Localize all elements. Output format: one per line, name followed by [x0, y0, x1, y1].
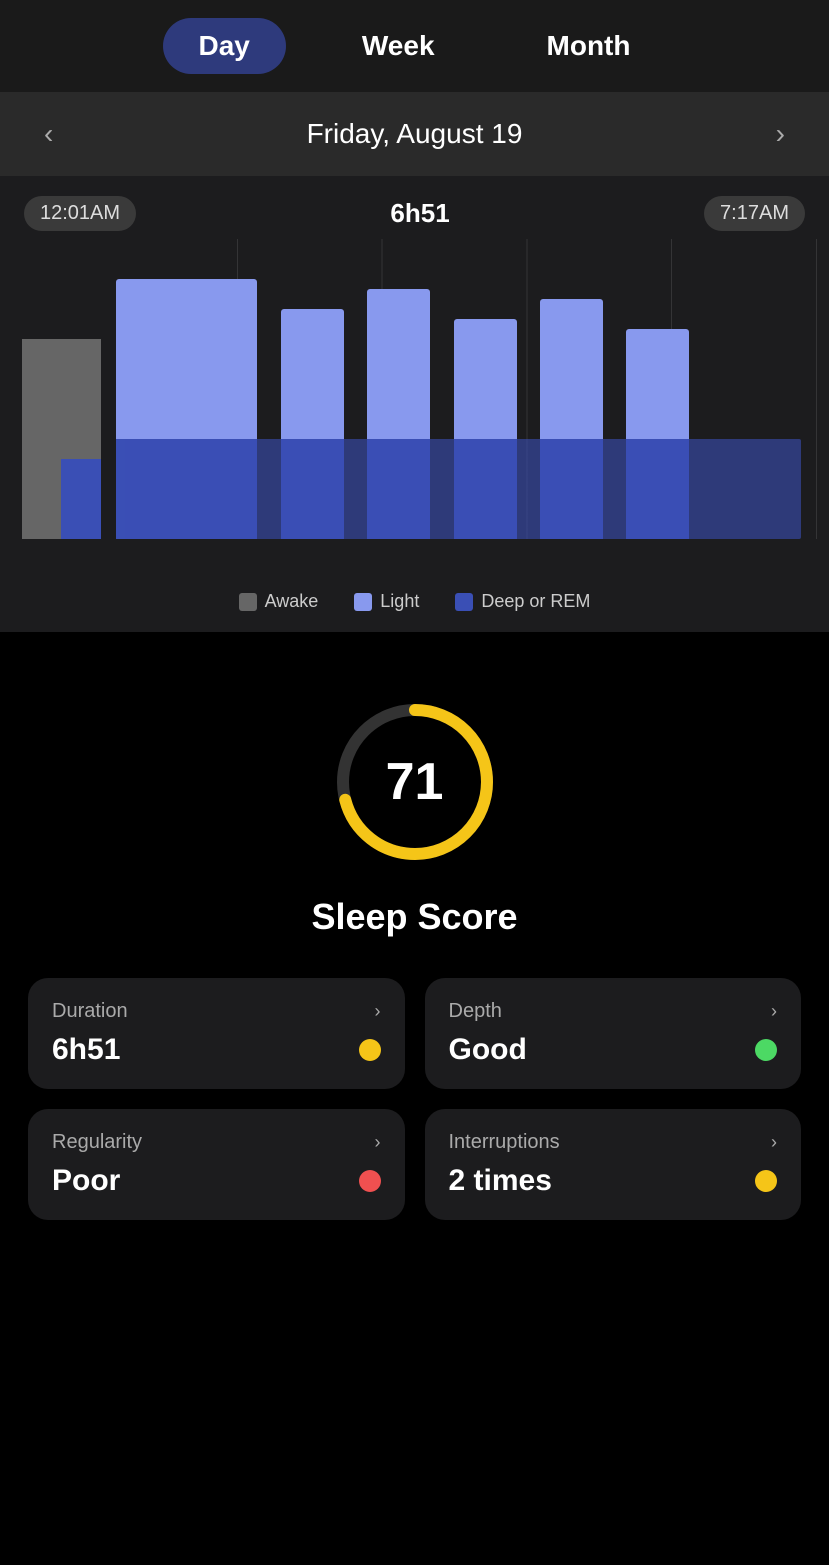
- metric-interruptions-dot: [755, 1170, 777, 1192]
- legend-awake-label: Awake: [265, 591, 319, 612]
- metric-regularity-dot: [359, 1170, 381, 1192]
- prev-date-button[interactable]: ‹: [32, 114, 65, 154]
- legend-awake: Awake: [239, 591, 319, 612]
- chart-legend: Awake Light Deep or REM: [0, 579, 829, 612]
- legend-deep: Deep or REM: [455, 591, 590, 612]
- metric-card-interruptions[interactable]: Interruptions › 2 times: [425, 1109, 802, 1220]
- metric-card-regularity[interactable]: Regularity › Poor: [28, 1109, 405, 1220]
- tab-month[interactable]: Month: [511, 18, 667, 74]
- metric-depth-title: Depth: [449, 1000, 502, 1023]
- metric-card-duration[interactable]: Duration › 6h51: [28, 978, 405, 1089]
- metric-interruptions-value: 2 times: [449, 1164, 552, 1198]
- legend-light-dot: [354, 593, 372, 611]
- score-label: Sleep Score: [311, 896, 517, 938]
- bar-group-1: [61, 239, 100, 539]
- date-title: Friday, August 19: [307, 118, 523, 150]
- tab-bar: Day Week Month: [0, 0, 829, 92]
- bar-group-0: [22, 239, 61, 539]
- chart-section: 12:01AM 6h51 7:17AM: [0, 176, 829, 632]
- score-ring: 71: [325, 692, 505, 872]
- chart-start-time: 12:01AM: [24, 196, 136, 231]
- metric-duration-dot: [359, 1039, 381, 1061]
- legend-awake-dot: [239, 593, 257, 611]
- tab-day[interactable]: Day: [163, 18, 286, 74]
- metric-duration-title: Duration: [52, 1000, 128, 1023]
- score-value: 71: [386, 752, 444, 812]
- chart-duration: 6h51: [390, 198, 449, 229]
- metric-depth-value: Good: [449, 1033, 527, 1067]
- metric-duration-chevron: ›: [375, 1001, 381, 1022]
- metric-depth-dot: [755, 1039, 777, 1061]
- chart-end-time: 7:17AM: [704, 196, 805, 231]
- metrics-grid: Duration › 6h51 Depth › Good Regularity: [0, 978, 829, 1280]
- legend-light-label: Light: [380, 591, 419, 612]
- tab-week[interactable]: Week: [326, 18, 471, 74]
- metric-regularity-value: Poor: [52, 1164, 120, 1198]
- legend-light: Light: [354, 591, 419, 612]
- legend-deep-dot: [455, 593, 473, 611]
- metric-depth-chevron: ›: [771, 1001, 777, 1022]
- metric-card-depth[interactable]: Depth › Good: [425, 978, 802, 1089]
- score-section: 71 Sleep Score Duration › 6h51 Depth › G…: [0, 632, 829, 1320]
- metric-interruptions-title: Interruptions: [449, 1131, 560, 1154]
- sleep-chart: [0, 239, 829, 579]
- next-date-button[interactable]: ›: [764, 114, 797, 154]
- metric-interruptions-chevron: ›: [771, 1132, 777, 1153]
- legend-deep-label: Deep or REM: [481, 591, 590, 612]
- date-nav: ‹ Friday, August 19 ›: [0, 92, 829, 176]
- metric-duration-value: 6h51: [52, 1033, 120, 1067]
- metric-regularity-title: Regularity: [52, 1131, 142, 1154]
- metric-regularity-chevron: ›: [375, 1132, 381, 1153]
